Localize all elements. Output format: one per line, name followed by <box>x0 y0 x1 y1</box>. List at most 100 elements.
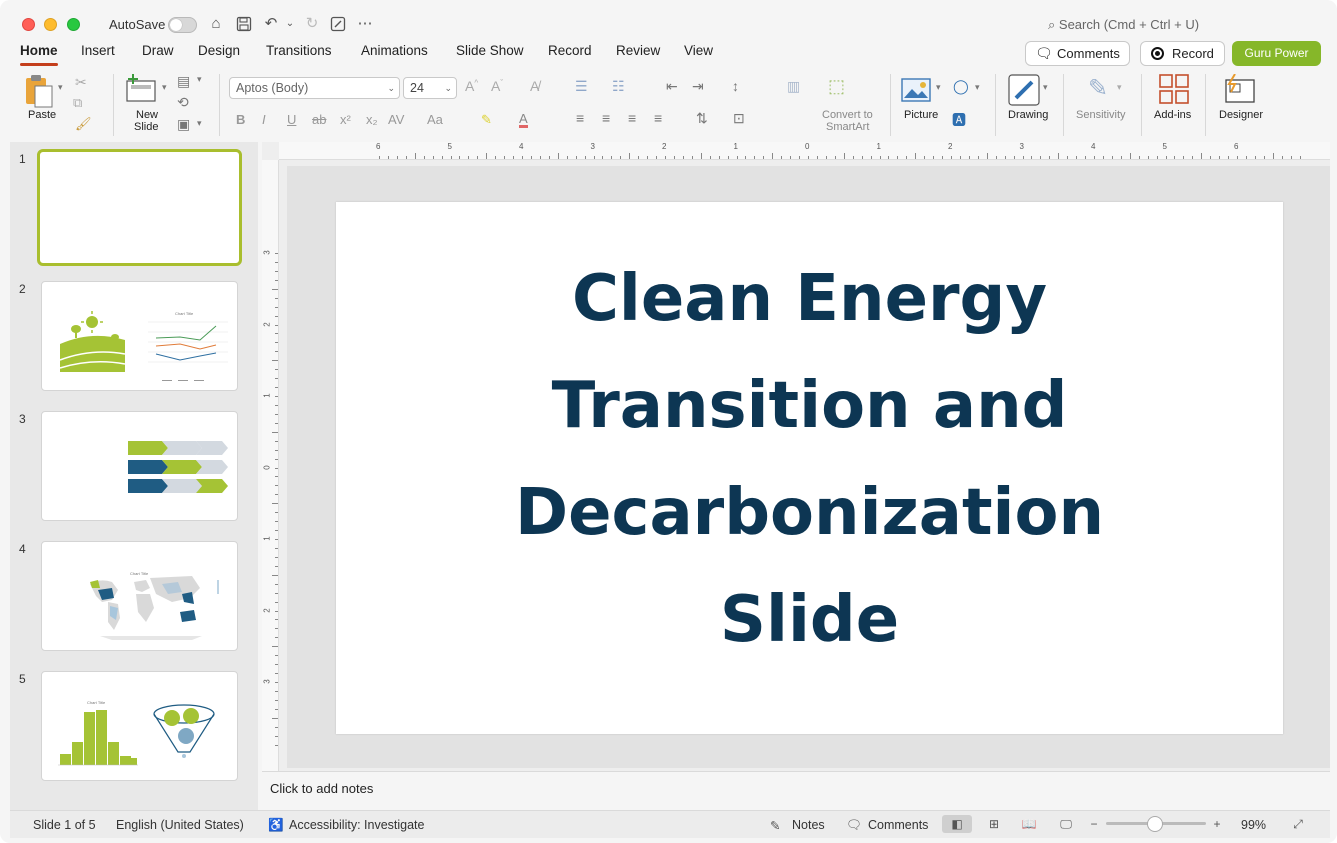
reading-view-icon[interactable]: 📖 <box>1014 815 1044 833</box>
slide-thumbnail-5[interactable]: Chart Title <box>41 671 238 781</box>
picture-button[interactable] <box>901 78 931 102</box>
autosave-toggle[interactable] <box>168 17 197 33</box>
superscript-icon[interactable]: x² <box>340 112 351 127</box>
italic-icon[interactable]: I <box>262 112 266 127</box>
slide-sorter-icon[interactable]: ⊞ <box>979 815 1009 833</box>
new-slide-dropdown-icon[interactable]: ▾ <box>162 82 167 93</box>
sensitivity-dropdown-icon[interactable]: ▾ <box>1117 82 1122 93</box>
zoom-in-button[interactable]: + <box>1204 815 1230 833</box>
home-icon[interactable]: ⌂ <box>206 14 226 34</box>
comment-icon[interactable]: 🗨 <box>846 818 862 833</box>
character-spacing-icon[interactable]: AV <box>388 112 404 127</box>
slide-title[interactable]: Clean Energy Transition and Decarbonizat… <box>396 246 1223 674</box>
align-text-icon[interactable]: ⊡ <box>733 110 745 127</box>
shapes-icon[interactable]: ◯ <box>953 78 969 95</box>
zoom-slider-handle[interactable] <box>1147 816 1163 832</box>
decrease-indent-icon[interactable]: ⇤ <box>666 78 678 95</box>
ruler-tick <box>1156 156 1158 159</box>
drawing-dropdown-icon[interactable]: ▾ <box>1043 82 1048 93</box>
change-case-icon[interactable]: Aa <box>427 112 443 127</box>
section-icon[interactable]: ▣ <box>177 116 190 133</box>
line-spacing-icon[interactable]: ↕ <box>732 78 739 94</box>
bold-icon[interactable]: B <box>236 112 245 127</box>
cut-icon[interactable]: ✂ <box>75 74 87 91</box>
strikethrough-icon[interactable]: ab <box>312 112 326 127</box>
zoom-out-button[interactable]: − <box>1081 815 1107 833</box>
text-direction-icon[interactable]: ⇅ <box>696 110 708 127</box>
search-field[interactable]: ⌕ Search (Cmd + Ctrl + U) <box>1048 17 1199 33</box>
current-slide[interactable]: Clean Energy Transition and Decarbonizat… <box>336 202 1283 734</box>
bullets-icon[interactable]: ☰ <box>575 78 588 95</box>
decrease-font-icon[interactable]: Aˇ <box>491 78 503 94</box>
accessibility-status[interactable]: Accessibility: Investigate <box>289 818 424 832</box>
comments-button[interactable]: 🗨 Comments <box>1025 41 1130 66</box>
more-icon[interactable]: ⋯ <box>355 14 375 34</box>
tab-view[interactable]: View <box>684 43 713 58</box>
font-color-icon[interactable]: A <box>519 112 528 128</box>
align-center-icon[interactable]: ≡ <box>602 110 610 126</box>
slide-thumbnail-1[interactable] <box>37 149 242 266</box>
shapes-dropdown-icon[interactable]: ▾ <box>975 82 980 93</box>
slide-thumbnail-3[interactable] <box>41 411 238 521</box>
layout-icon[interactable]: ▤ <box>177 73 190 90</box>
tab-draw[interactable]: Draw <box>142 43 174 58</box>
reset-icon[interactable]: ⟲ <box>177 94 189 111</box>
fit-to-window-icon[interactable]: ⤢ <box>1285 815 1311 833</box>
slide-thumbnail-2[interactable]: Chart Title <box>41 281 238 391</box>
sensitivity-icon[interactable]: ✎ <box>1088 74 1108 103</box>
tab-design[interactable]: Design <box>198 43 240 58</box>
section-dropdown-icon[interactable]: ▾ <box>197 118 202 129</box>
notes-toggle[interactable]: Notes <box>792 818 825 832</box>
zoom-level[interactable]: 99% <box>1241 818 1266 832</box>
columns-icon[interactable]: ▥ <box>787 78 800 95</box>
font-size-select[interactable]: 24 ⌄ <box>403 77 457 99</box>
undo-dropdown-icon[interactable]: ⌄ <box>280 14 300 34</box>
tab-animations[interactable]: Animations <box>361 43 428 58</box>
maximize-window-button[interactable] <box>67 18 80 31</box>
smartart-icon[interactable]: ⬚ <box>828 76 845 97</box>
align-left-icon[interactable]: ≡ <box>576 110 584 126</box>
increase-indent-icon[interactable]: ⇥ <box>692 78 704 95</box>
subscript-icon[interactable]: x₂ <box>366 112 378 127</box>
copy-icon[interactable]: ⧉ <box>73 95 82 111</box>
slide-thumbnail-4[interactable]: Chart Title <box>41 541 238 651</box>
redo-icon[interactable]: ↻ <box>302 14 322 34</box>
numbering-icon[interactable]: ☷ <box>612 78 625 95</box>
clear-formatting-icon[interactable]: A̸ <box>530 78 539 94</box>
increase-font-icon[interactable]: A^ <box>465 78 478 94</box>
align-right-icon[interactable]: ≡ <box>628 110 636 126</box>
designer-button[interactable] <box>1223 74 1257 104</box>
text-box-icon[interactable]: 🅰 <box>952 110 966 130</box>
picture-dropdown-icon[interactable]: ▾ <box>936 82 941 93</box>
save-as-icon[interactable] <box>328 14 348 34</box>
tab-insert[interactable]: Insert <box>81 43 115 58</box>
close-window-button[interactable] <box>22 18 35 31</box>
font-name-select[interactable]: Aptos (Body) ⌄ <box>229 77 400 99</box>
tab-record[interactable]: Record <box>548 43 592 58</box>
normal-view-icon[interactable]: ◧ <box>942 815 972 833</box>
language-indicator[interactable]: English (United States) <box>116 818 244 832</box>
guru-power-button[interactable]: Guru Power <box>1232 41 1321 66</box>
tab-slide-show[interactable]: Slide Show <box>456 43 524 58</box>
format-painter-icon[interactable]: 🖌 <box>75 116 92 132</box>
highlight-icon[interactable]: ✎ <box>481 112 492 128</box>
tab-review[interactable]: Review <box>616 43 660 58</box>
justify-icon[interactable]: ≡ <box>654 110 662 126</box>
minimize-window-button[interactable] <box>44 18 57 31</box>
tab-transitions[interactable]: Transitions <box>266 43 332 58</box>
notes-pane[interactable]: Click to add notes <box>262 771 1330 810</box>
undo-icon[interactable]: ↶ <box>261 14 281 34</box>
drawing-button[interactable] <box>1008 74 1040 106</box>
ruler-tick <box>1165 156 1167 159</box>
layout-dropdown-icon[interactable]: ▾ <box>197 74 202 85</box>
ruler-tick <box>275 682 278 683</box>
underline-icon[interactable]: U <box>287 112 296 127</box>
record-button[interactable]: Record <box>1140 41 1225 66</box>
presenter-view-icon[interactable]: 🖵 <box>1051 815 1081 833</box>
add-ins-button[interactable] <box>1159 74 1189 104</box>
tab-home[interactable]: Home <box>20 43 58 58</box>
paste-dropdown-icon[interactable]: ▾ <box>58 82 63 93</box>
comments-toggle[interactable]: Comments <box>868 818 928 832</box>
save-icon[interactable] <box>234 14 254 34</box>
notes-icon[interactable]: ✎ <box>770 818 780 833</box>
